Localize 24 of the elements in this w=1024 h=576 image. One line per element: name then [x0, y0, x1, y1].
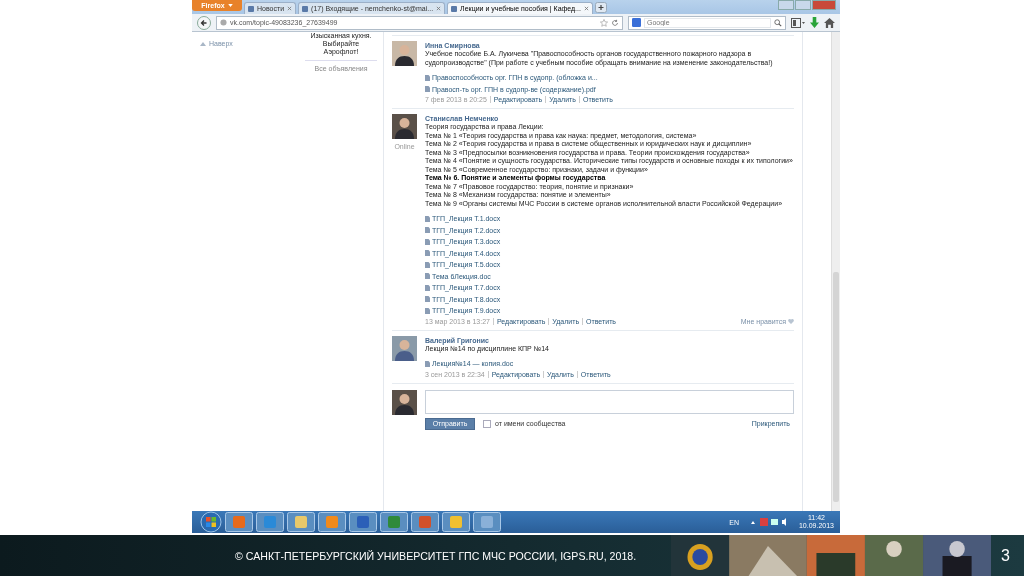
site-icon [302, 5, 309, 12]
document-icon [425, 360, 430, 367]
download-icon[interactable] [810, 17, 819, 28]
bookmarks-icon[interactable] [791, 17, 805, 28]
slide-number: 3 [1001, 546, 1010, 565]
heart-icon [788, 318, 794, 324]
site-icon [451, 5, 458, 12]
start-button[interactable] [200, 511, 222, 533]
close-icon[interactable] [436, 6, 442, 11]
checkbox[interactable] [483, 419, 491, 428]
search-icon[interactable] [774, 18, 782, 27]
comment-field[interactable] [425, 389, 794, 414]
scrollbar[interactable] [831, 32, 840, 511]
reload-icon[interactable] [611, 18, 619, 27]
home-icon[interactable] [824, 17, 835, 28]
copyright-text: © САНКТ-ПЕТЕРБУРГСКИЙ УНИВЕРСИТЕТ ГПС МЧС РОССИИ, IGPS.RU, 2018. [235, 549, 637, 562]
new-tab-icon[interactable] [594, 2, 607, 13]
close-icon[interactable] [287, 6, 293, 11]
up-arrow-icon [200, 41, 206, 46]
site-icon [248, 5, 254, 12]
close-icon[interactable] [583, 6, 589, 11]
back-icon[interactable] [197, 15, 211, 30]
caret-icon [227, 4, 233, 7]
star-icon[interactable] [600, 18, 608, 27]
